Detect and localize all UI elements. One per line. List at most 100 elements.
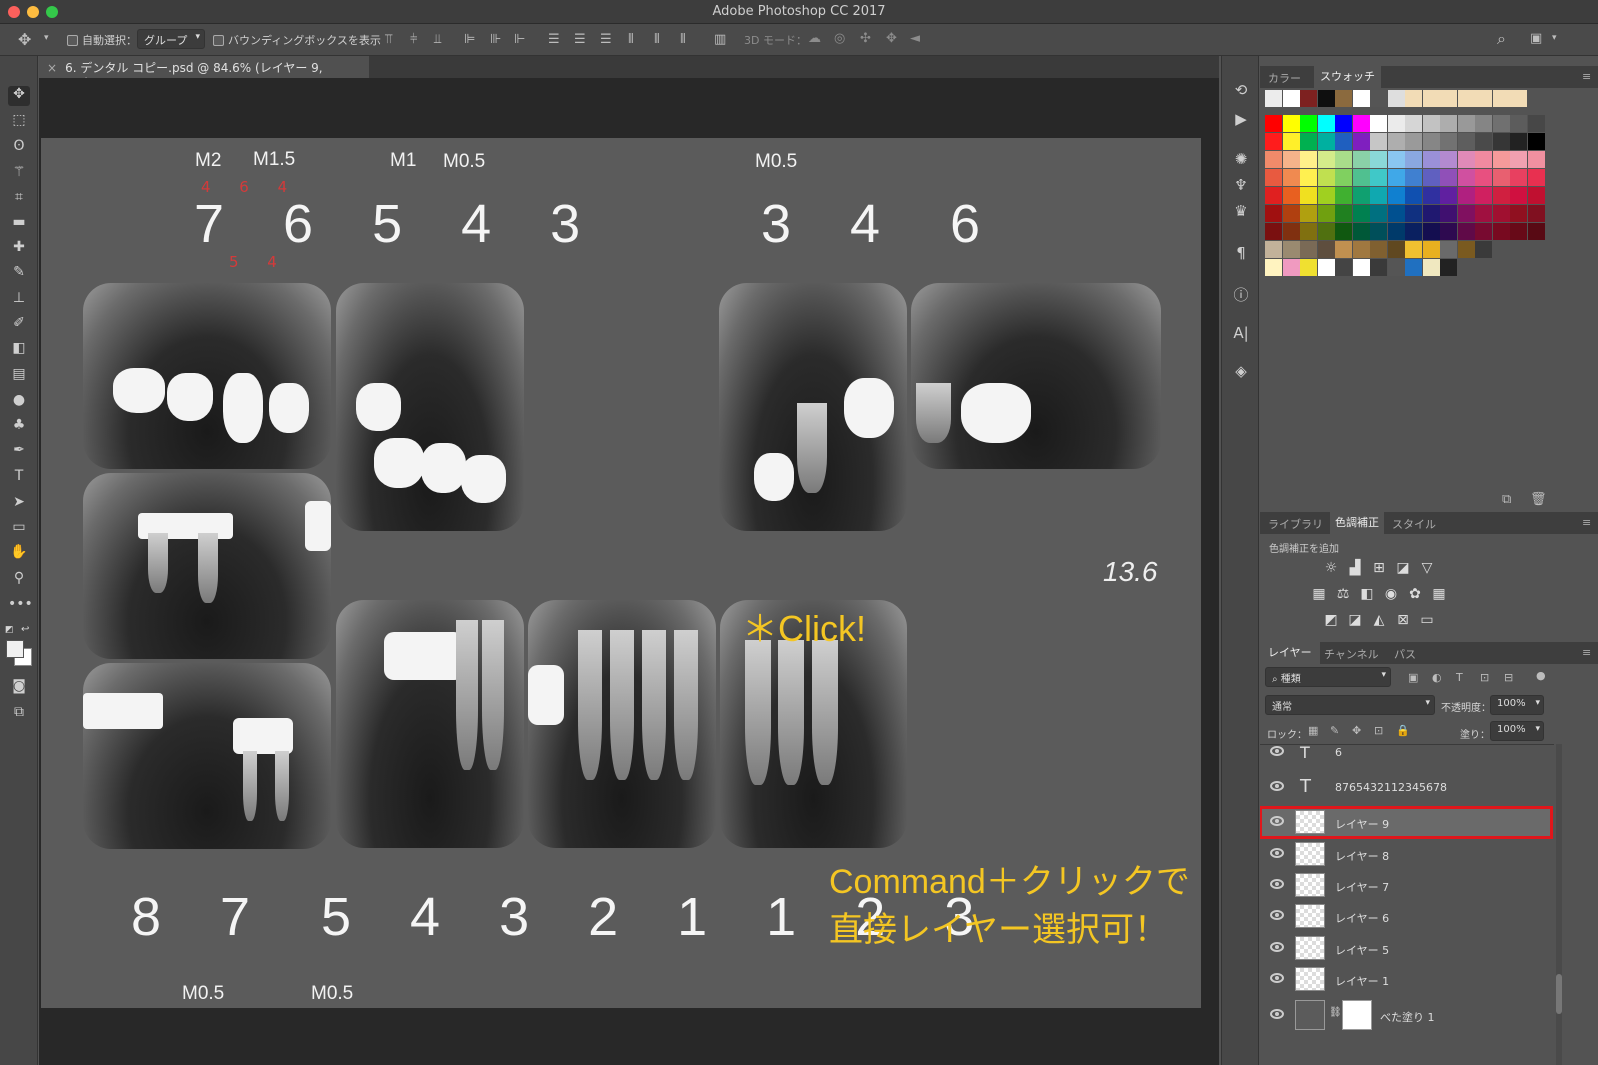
eye-icon[interactable] — [1270, 746, 1284, 756]
color-swatch[interactable] — [1422, 241, 1440, 258]
exposure-icon[interactable]: ◪ — [1394, 560, 1412, 578]
drag-3d-icon[interactable]: ✣ — [860, 32, 871, 45]
color-swatch[interactable] — [1527, 133, 1545, 150]
healing-brush-icon[interactable]: ✚ — [8, 239, 30, 259]
new-swatch-icon[interactable]: ⧉ — [1502, 493, 1511, 506]
trash-icon[interactable]: 🗑 — [1530, 493, 1547, 506]
color-swatch[interactable] — [1440, 241, 1457, 258]
distribute-vcenter-icon[interactable]: ☰ — [574, 33, 586, 46]
color-swatch[interactable] — [1457, 205, 1475, 222]
color-swatch[interactable] — [1440, 259, 1457, 276]
color-swatch[interactable] — [1387, 115, 1405, 132]
color-swatch[interactable] — [1440, 205, 1457, 222]
hue-sat-icon[interactable]: ▦ — [1310, 586, 1328, 604]
color-swatch[interactable] — [1282, 241, 1300, 258]
color-swatch[interactable] — [1527, 187, 1545, 204]
gradient-map-icon[interactable]: ▭ — [1418, 612, 1436, 630]
color-swatch[interactable] — [1300, 205, 1317, 222]
blend-mode-dropdown[interactable]: 通常 ▾ — [1265, 695, 1435, 715]
lock-all-icon[interactable]: 🔒 — [1396, 725, 1410, 736]
hand-tool-icon[interactable]: ✋ — [8, 544, 30, 564]
color-swatch[interactable] — [1457, 90, 1475, 107]
lock-pixels-icon[interactable]: ✎ — [1330, 725, 1339, 736]
color-swatch[interactable] — [1405, 169, 1422, 186]
color-swatch[interactable] — [1335, 169, 1352, 186]
color-swatch[interactable] — [1527, 205, 1545, 222]
tab-styles[interactable]: スタイル — [1392, 516, 1436, 532]
color-swatch[interactable] — [1265, 90, 1282, 107]
color-swatch[interactable] — [1265, 205, 1282, 222]
color-swatch[interactable] — [1352, 169, 1370, 186]
xray-image[interactable] — [83, 283, 331, 469]
color-swatch[interactable] — [1265, 133, 1282, 150]
tab-libraries[interactable]: ライブラリ — [1268, 516, 1323, 532]
color-swatch[interactable] — [1265, 151, 1282, 168]
xray-image[interactable] — [83, 663, 331, 849]
color-swatch[interactable] — [1440, 223, 1457, 240]
color-swatch[interactable] — [1265, 223, 1282, 240]
color-swatch[interactable] — [1422, 90, 1440, 107]
xray-image[interactable] — [911, 283, 1161, 469]
color-swatch[interactable] — [1317, 187, 1335, 204]
color-swatch[interactable] — [1475, 151, 1492, 168]
move-tool-icon[interactable]: ✥ — [18, 32, 31, 48]
tab-layers[interactable]: レイヤー — [1260, 642, 1320, 664]
layer-filter-dropdown[interactable]: ⌕ 種類 ▾ — [1265, 667, 1391, 687]
more-tools-icon[interactable]: ••• — [8, 596, 33, 616]
tab-adjustments[interactable]: 色調補正 — [1330, 512, 1384, 534]
color-swatch[interactable] — [1510, 187, 1527, 204]
color-swatch[interactable] — [1282, 259, 1300, 276]
color-swatch[interactable] — [1352, 205, 1370, 222]
color-swatch[interactable] — [1475, 241, 1492, 258]
color-swatch[interactable] — [1457, 223, 1475, 240]
color-swatch[interactable] — [1335, 205, 1352, 222]
curves-icon[interactable]: ⊞ — [1370, 560, 1388, 578]
color-swatch[interactable] — [1440, 169, 1457, 186]
distribute-top-icon[interactable]: ☰ — [548, 33, 560, 46]
color-lookup-icon[interactable]: ▦ — [1430, 586, 1448, 604]
character-icon[interactable]: A| — [1231, 324, 1251, 344]
foreground-color-swatch[interactable] — [6, 640, 24, 658]
color-swatch[interactable] — [1352, 187, 1370, 204]
color-swatch[interactable] — [1335, 133, 1352, 150]
color-swatch[interactable] — [1405, 205, 1422, 222]
color-swatch[interactable] — [1422, 259, 1440, 276]
lock-position-icon[interactable]: ✥ — [1352, 725, 1361, 736]
color-swatch[interactable] — [1282, 115, 1300, 132]
layer-row[interactable]: レイヤー 8 — [1260, 839, 1554, 870]
tab-channels[interactable]: チャンネル — [1324, 646, 1379, 662]
distribute-left-icon[interactable]: ⦀ — [628, 33, 634, 46]
color-swatch[interactable] — [1370, 223, 1387, 240]
color-swatch[interactable] — [1282, 133, 1300, 150]
color-swatch[interactable] — [1527, 169, 1545, 186]
ruler-tool-icon[interactable]: ▬ — [8, 214, 30, 234]
fill-field[interactable]: 100% ▾ — [1490, 721, 1544, 741]
move-tool-icon[interactable]: ✥ — [8, 86, 30, 106]
layer-row[interactable]: レイヤー 7 — [1260, 870, 1554, 901]
eye-icon[interactable] — [1270, 879, 1284, 889]
color-swatch[interactable] — [1440, 187, 1457, 204]
canvas-area[interactable]: M2 M1.5 M1 M0.5 M0.5 4 6 4 5 4 7 6 5 4 3… — [39, 78, 1219, 1065]
gradient-tool-icon[interactable]: ▤ — [8, 366, 30, 386]
color-swatch[interactable] — [1370, 169, 1387, 186]
distribute-right-icon[interactable]: ⦀ — [680, 33, 686, 46]
color-swatch[interactable] — [1492, 133, 1510, 150]
eye-icon[interactable] — [1270, 816, 1284, 826]
color-swatch[interactable] — [1387, 259, 1405, 276]
auto-align-icon[interactable]: ▥ — [714, 33, 726, 46]
color-swatch[interactable] — [1527, 115, 1545, 132]
panel-menu-icon[interactable]: ≡ — [1582, 70, 1591, 83]
selective-color-icon[interactable]: ⊠ — [1394, 612, 1412, 630]
distribute-bottom-icon[interactable]: ☰ — [600, 33, 612, 46]
xray-image[interactable] — [719, 283, 907, 531]
magic-wand-icon[interactable]: ⚚ — [8, 164, 30, 184]
color-swatch[interactable] — [1335, 223, 1352, 240]
color-swatch[interactable] — [1352, 133, 1370, 150]
marquee-tool-icon[interactable]: ⬚ — [8, 112, 30, 132]
color-swatch[interactable] — [1335, 115, 1352, 132]
swatch-grid[interactable] — [1260, 90, 1598, 290]
stamp-tool-icon[interactable]: ⊥ — [8, 290, 30, 310]
scrollbar-thumb[interactable] — [1556, 974, 1562, 1014]
color-swatch[interactable] — [1405, 90, 1422, 107]
xray-image[interactable] — [336, 283, 524, 531]
